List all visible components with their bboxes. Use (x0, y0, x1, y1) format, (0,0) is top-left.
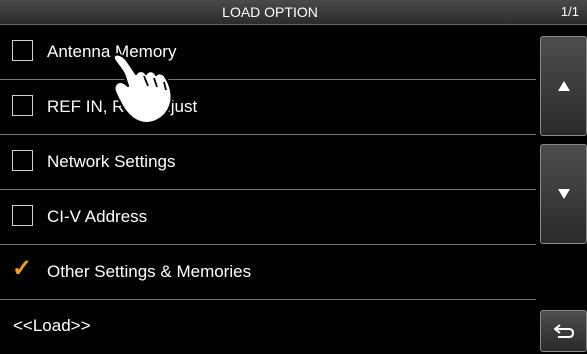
title-bar: LOAD OPTION 1/1 (0, 0, 587, 25)
option-list: Antenna Memory REF IN, REF Adjust Networ… (0, 25, 536, 352)
option-other-settings-memories[interactable]: ✓ Other Settings & Memories (0, 245, 536, 300)
checkbox[interactable] (12, 205, 33, 226)
load-option-screen: LOAD OPTION 1/1 Antenna Memory REF IN, R… (0, 0, 587, 354)
triangle-up-icon (557, 81, 570, 91)
checkbox[interactable] (12, 40, 33, 61)
option-ci-v-address[interactable]: CI-V Address (0, 190, 536, 245)
option-ref-in-ref-adjust[interactable]: REF IN, REF Adjust (0, 80, 536, 135)
page-indicator: 1/1 (560, 4, 579, 19)
scroll-up-button[interactable] (540, 36, 587, 136)
load-button[interactable]: <<Load>> (0, 300, 536, 352)
option-label: Other Settings & Memories (47, 262, 252, 281)
return-button[interactable] (540, 310, 587, 352)
load-label: <<Load>> (13, 316, 91, 335)
option-antenna-memory[interactable]: Antenna Memory (0, 25, 536, 80)
return-arrow-icon (553, 324, 574, 338)
option-label: CI-V Address (47, 207, 148, 226)
option-label: Network Settings (47, 152, 176, 171)
option-network-settings[interactable]: Network Settings (0, 135, 536, 190)
scroll-down-button[interactable] (540, 144, 587, 244)
checkbox[interactable] (12, 150, 33, 171)
triangle-down-icon (557, 189, 570, 199)
hand-pointer-icon (112, 53, 173, 125)
screen-title: LOAD OPTION (222, 4, 318, 20)
checkbox[interactable] (12, 95, 33, 116)
checkmark-icon[interactable]: ✓ (12, 254, 32, 283)
